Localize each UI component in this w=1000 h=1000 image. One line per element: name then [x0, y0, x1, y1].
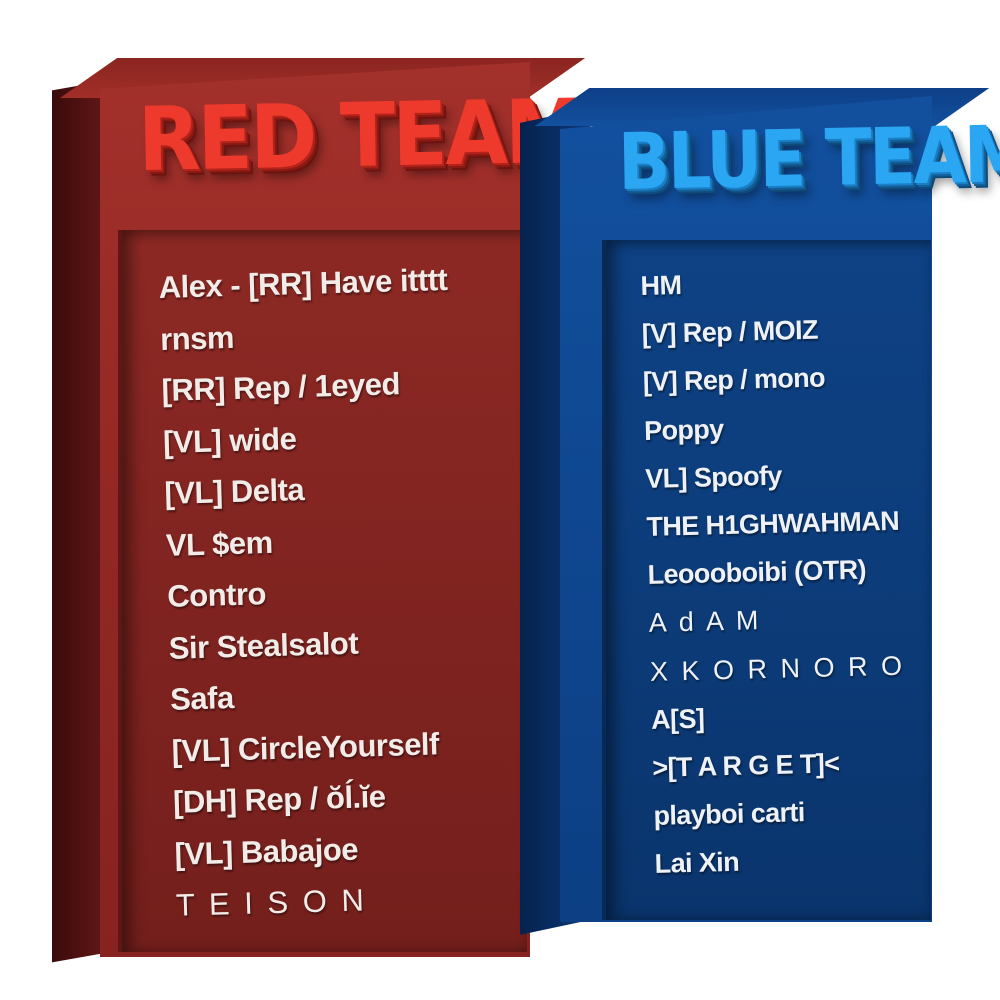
red-team-roster: Alex - [RR] Have itttt rnsm [RR] Rep / 1… — [158, 252, 537, 931]
blue-team-title: BLUE TEAM — [617, 109, 1000, 208]
red-player: T E I S O N — [175, 882, 368, 923]
blue-player: [V] Rep / mono — [642, 362, 826, 398]
blue-player: Leoooboibi (OTR) — [647, 554, 867, 591]
blue-player: X K O R N O R O — [649, 650, 906, 687]
blue-player: >[T A R G E T]< — [651, 748, 840, 783]
blue-player: [V] Rep / MOIZ — [641, 314, 819, 350]
blue-player: Poppy — [643, 413, 724, 446]
blue-player: Lai Xin — [654, 847, 740, 880]
blue-player: THE H1GHWAHMAN — [646, 505, 900, 542]
blue-team-roster: HM [V] Rep / MOIZ [V] Rep / mono Poppy V… — [640, 255, 940, 888]
blue-player: A[S] — [650, 703, 705, 735]
blue-player: A d A M — [648, 605, 762, 639]
red-team-title: RED TEAM — [137, 79, 584, 191]
blue-player: playboi carti — [653, 797, 806, 831]
blue-player: HM — [640, 270, 682, 301]
blue-player: VL] Spoofy — [644, 460, 783, 494]
